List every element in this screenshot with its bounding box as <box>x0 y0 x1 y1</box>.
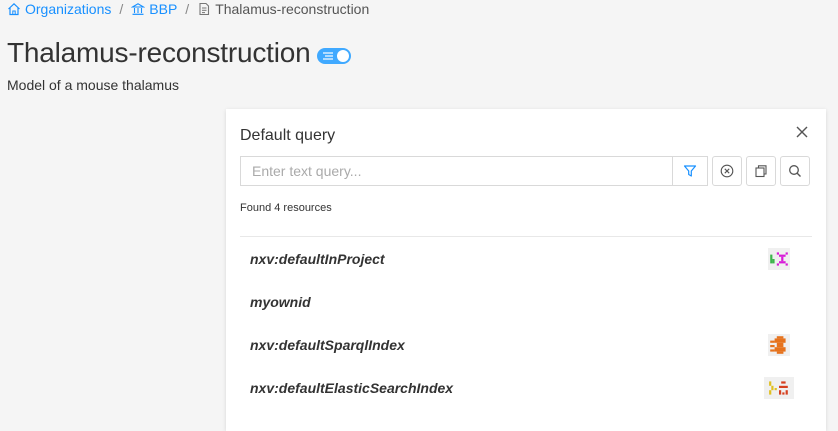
home-icon <box>8 2 20 16</box>
list-item[interactable]: nxv:defaultSparqlIndex <box>240 323 812 366</box>
close-icon[interactable] <box>794 124 810 140</box>
identicon-icon <box>768 333 790 356</box>
breadcrumb: Organizations / BBP / Thalamus-reconstru… <box>7 0 369 18</box>
result-label: nxv:defaultInProject <box>250 250 385 267</box>
page-description: Model of a mouse thalamus <box>7 77 179 93</box>
filter-icon <box>683 165 697 177</box>
breadcrumb-project: Thalamus-reconstruction <box>197 1 369 17</box>
result-label: myownid <box>250 293 311 310</box>
search-input[interactable] <box>240 156 672 186</box>
filter-button[interactable] <box>672 156 708 186</box>
list-icon <box>322 51 333 60</box>
result-label: nxv:defaultSparqlIndex <box>250 336 405 353</box>
result-list: nxv:defaultInProject myownid nxv:default… <box>240 237 812 409</box>
breadcrumb-project-label: Thalamus-reconstruction <box>215 1 370 17</box>
search-row <box>240 156 810 186</box>
list-item[interactable]: myownid <box>240 280 812 323</box>
list-item[interactable]: nxv:defaultElasticSearchIndex <box>240 366 812 409</box>
breadcrumb-org-label: BBP <box>149 1 178 17</box>
bank-icon <box>131 3 146 15</box>
query-panel: Default query Enter text query... Found … <box>226 109 826 431</box>
toggle-knob <box>336 49 349 62</box>
results-count: Found 4 resources <box>240 202 332 214</box>
title-row: Thalamus-reconstruction <box>7 37 351 69</box>
breadcrumb-separator: / <box>119 1 124 17</box>
list-item[interactable]: nxv:defaultInProject <box>240 237 812 280</box>
breadcrumb-organizations-label: Organizations <box>25 1 112 17</box>
file-icon <box>199 2 210 16</box>
result-label: nxv:defaultElasticSearchIndex <box>250 379 454 396</box>
close-circle-icon <box>720 164 734 178</box>
page-title: Thalamus-reconstruction <box>7 37 311 68</box>
breadcrumb-org[interactable]: BBP <box>131 1 177 17</box>
clear-button[interactable] <box>712 156 742 186</box>
identicon-icon <box>764 376 794 399</box>
view-toggle-switch[interactable] <box>316 47 351 64</box>
panel-title: Default query <box>240 127 336 144</box>
copy-icon <box>755 165 767 178</box>
identicon-icon <box>768 247 790 270</box>
breadcrumb-separator: / <box>185 1 190 17</box>
search-icon <box>789 165 801 177</box>
copy-button[interactable] <box>746 156 776 186</box>
breadcrumb-organizations[interactable]: Organizations <box>7 1 111 17</box>
search-button[interactable] <box>780 156 810 186</box>
